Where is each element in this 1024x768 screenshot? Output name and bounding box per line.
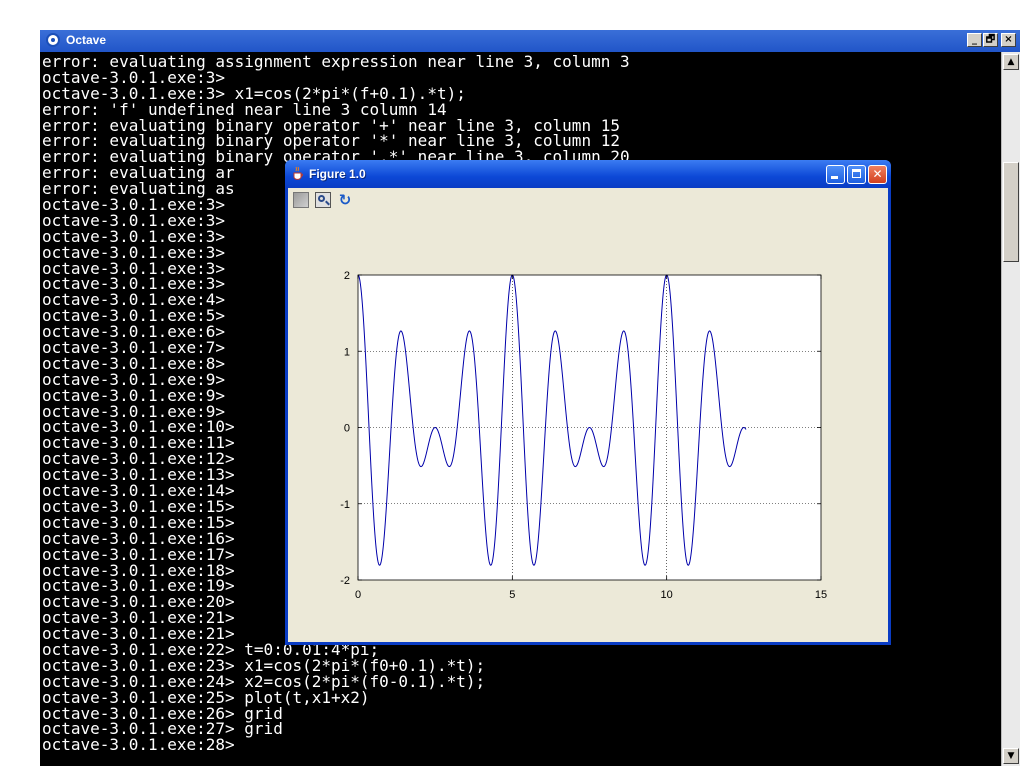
figure-window: Figure 1.0 ✕ ↻ 0 5 10 15 -2 -1 0 1 2 [285, 160, 891, 645]
figure-titlebar[interactable]: Figure 1.0 ✕ [285, 160, 891, 188]
y-tick-label: 1 [344, 346, 350, 358]
x-tick-label: 5 [509, 589, 515, 601]
plot-chart: 0 5 10 15 -2 -1 0 1 2 [340, 270, 827, 601]
close-button[interactable]: × [1001, 33, 1016, 47]
y-tick-label: -1 [340, 499, 350, 511]
x-tick-label: 0 [355, 589, 361, 601]
minimize-icon [831, 176, 838, 179]
maximize-icon [852, 169, 861, 178]
x-tick-label: 15 [815, 589, 827, 601]
minimize-button[interactable]: _ [967, 33, 982, 47]
java-cup-icon [293, 166, 303, 180]
restore-button[interactable]: 🗗 [983, 33, 998, 47]
x-tick-label: 10 [661, 589, 673, 601]
console-scrollbar[interactable]: ▲ ▼ [1001, 52, 1020, 766]
y-tick-label: 2 [344, 270, 350, 282]
console-line: octave-3.0.1.exe:28> [42, 735, 235, 755]
figure-canvas-area: ↻ 0 5 10 15 -2 -1 0 1 2 [288, 188, 888, 642]
scrollbar-thumb[interactable] [1003, 162, 1019, 262]
figure-close-button[interactable]: ✕ [868, 165, 887, 184]
figure-window-title: Figure 1.0 [309, 167, 366, 181]
scroll-up-arrow-icon[interactable]: ▲ [1003, 54, 1019, 70]
close-icon: ✕ [872, 167, 883, 181]
figure-maximize-button[interactable] [847, 165, 866, 184]
y-tick-label: -2 [340, 575, 350, 587]
octave-titlebar[interactable]: Octave _ 🗗 × [40, 30, 1020, 52]
octave-window-title: Octave [66, 33, 107, 47]
y-tick-label: 0 [344, 423, 350, 435]
figure-minimize-button[interactable] [826, 165, 845, 184]
octave-app-icon [46, 33, 60, 47]
scroll-down-arrow-icon[interactable]: ▼ [1003, 748, 1019, 764]
